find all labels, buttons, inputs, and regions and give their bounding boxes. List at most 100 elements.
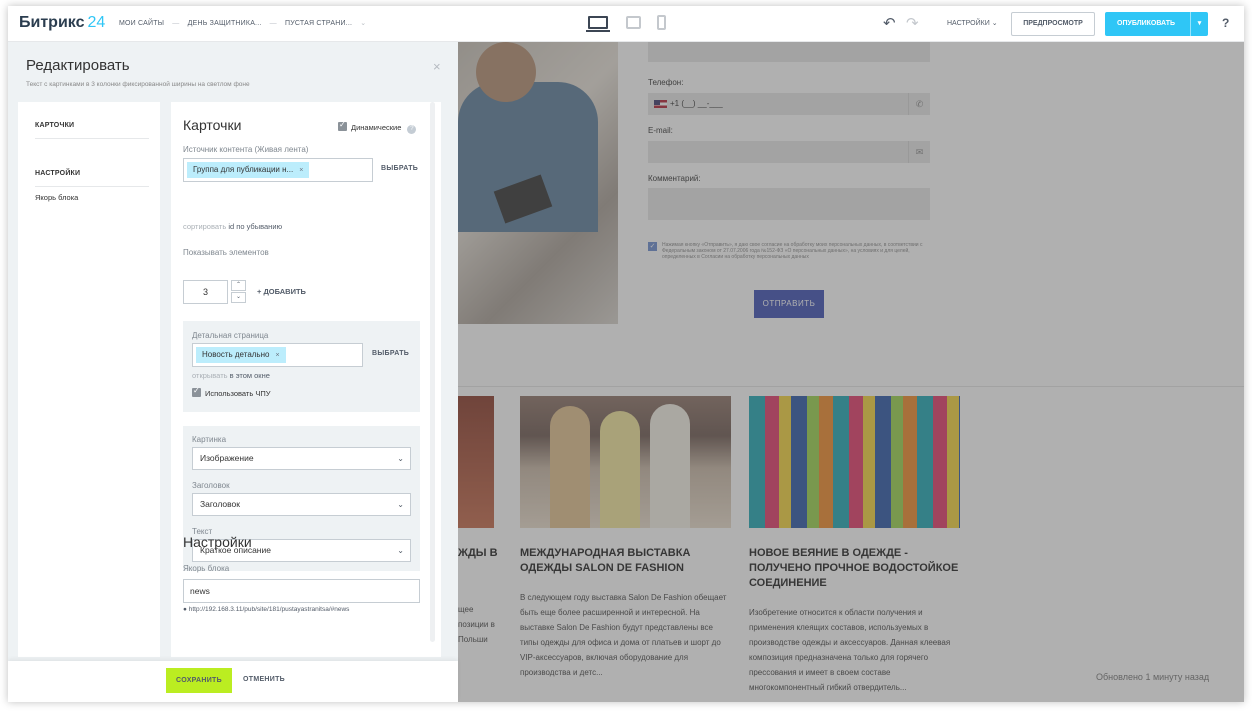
- page-preview: Телефон: +1 (__) __-___ ✆ E-mail: ✉ Комм…: [458, 42, 1244, 702]
- consent: ✓ Нажимая кнопку «Отправить», я даю свое…: [648, 242, 923, 260]
- email-label: E-mail:: [648, 126, 673, 135]
- settings-menu[interactable]: НАСТРОЙКИ ⌄: [947, 19, 998, 27]
- publish-button[interactable]: ОПУБЛИКОВАТЬ ▾: [1105, 12, 1208, 36]
- send-button[interactable]: ОТПРАВИТЬ: [754, 290, 824, 318]
- section-title-settings: Настройки: [183, 534, 252, 550]
- card-title-partial: ЖДЫ В: [458, 547, 498, 559]
- panel-footer: СОХРАНИТЬ ОТМЕНИТЬ: [8, 661, 458, 702]
- sidebar-item-anchor[interactable]: Якорь блока: [35, 193, 78, 202]
- chevron-down-icon: ⌄: [397, 546, 404, 555]
- news-card[interactable]: МЕЖДУНАРОДНАЯ ВЫСТАВКА ОДЕЖДЫ SALON DE F…: [520, 396, 731, 680]
- panel-title: Редактировать: [26, 57, 130, 74]
- dynamic-toggle[interactable]: Динамические?: [338, 120, 417, 134]
- stepper-down-icon[interactable]: ⌄: [231, 292, 246, 303]
- section-title-cards: Карточки: [183, 117, 242, 133]
- flag-us-icon[interactable]: [654, 100, 667, 108]
- chpu-toggle[interactable]: Использовать ЧПУ: [192, 386, 271, 398]
- remove-icon[interactable]: ×: [275, 352, 279, 359]
- comment-field[interactable]: [648, 188, 930, 220]
- detail-page-box: Детальная страница Новость детально × ВЫБ…: [183, 321, 420, 412]
- divider: [35, 186, 149, 187]
- crumb-page[interactable]: ПУСТАЯ СТРАНИ...: [285, 20, 352, 27]
- source-label: Источник контента (Живая лента): [183, 145, 309, 154]
- stepper-up-icon[interactable]: ⌃: [231, 280, 246, 291]
- undo-icon[interactable]: ↶: [883, 14, 896, 32]
- updated-status: Обновлено 1 минуту назад: [1096, 672, 1210, 682]
- breadcrumb: МОИ САЙТЫ — ДЕНЬ ЗАЩИТНИКА... — ПУСТАЯ С…: [119, 19, 372, 27]
- form-field-top[interactable]: [648, 42, 930, 62]
- detail-tag[interactable]: Новость детально ×: [196, 347, 286, 363]
- hero-photo: [458, 42, 618, 324]
- anchor-url: ● http://192.168.3.11/pub/site/181/pusta…: [183, 606, 350, 613]
- card-image-partial: [458, 396, 494, 528]
- card-title[interactable]: МЕЖДУНАРОДНАЯ ВЫСТАВКА ОДЕЖДЫ SALON DE F…: [520, 546, 731, 576]
- help-icon[interactable]: ?: [407, 125, 417, 134]
- card-image: [749, 396, 960, 528]
- card-image: [520, 396, 731, 528]
- close-icon[interactable]: ×: [433, 59, 441, 74]
- top-bar: Битрикс 24 МОИ САЙТЫ — ДЕНЬ ЗАЩИТНИКА... …: [8, 6, 1244, 42]
- chevron-down-icon: ⌄: [397, 500, 404, 509]
- open-mode: открывать в этом окне: [192, 371, 270, 380]
- app-window: Битрикс 24 МОИ САЙТЫ — ДЕНЬ ЗАЩИТНИКА... …: [8, 6, 1244, 702]
- detail-label: Детальная страница: [192, 331, 269, 340]
- open-mode-value[interactable]: в этом окне: [230, 371, 270, 380]
- tablet-icon[interactable]: [626, 16, 641, 29]
- sidebar-item-settings[interactable]: НАСТРОЙКИ: [35, 170, 80, 177]
- card-text: Изобретение относится к области получени…: [749, 608, 951, 692]
- source-tag[interactable]: Группа для публикации н... ×: [187, 162, 310, 178]
- phone-label: Телефон:: [648, 78, 684, 87]
- comment-label: Комментарий:: [648, 174, 701, 183]
- info-icon: ●: [183, 606, 187, 613]
- card-title[interactable]: НОВОЕ ВЕЯНИЕ В ОДЕЖДЕ - ПОЛУЧЕНО ПРОЧНОЕ…: [749, 546, 960, 591]
- anchor-label: Якорь блока: [183, 564, 230, 573]
- detail-input[interactable]: Новость детально ×: [192, 343, 363, 367]
- divider: [458, 386, 1244, 387]
- picture-label: Картинка: [192, 435, 227, 444]
- count-input[interactable]: 3: [183, 280, 228, 304]
- save-button[interactable]: СОХРАНИТЬ: [166, 668, 232, 693]
- panel-subtitle: Текст с картинками в 3 колонки фиксирова…: [26, 81, 250, 88]
- envelope-icon: ✉: [908, 141, 930, 163]
- sort-field[interactable]: id: [228, 222, 234, 231]
- anchor-input[interactable]: news: [183, 579, 420, 603]
- cancel-button[interactable]: ОТМЕНИТЬ: [243, 676, 285, 683]
- card-text: В следующем году выставка Salon De Fashi…: [520, 593, 727, 677]
- chevron-down-icon[interactable]: ⌄: [360, 20, 366, 27]
- picture-select[interactable]: Изображение ⌄: [192, 447, 411, 470]
- checkbox-icon[interactable]: [338, 120, 347, 131]
- select-source-button[interactable]: ВЫБРАТЬ: [381, 165, 418, 172]
- help-button[interactable]: ?: [1222, 16, 1229, 30]
- scrollbar[interactable]: [430, 102, 435, 642]
- checkbox-icon[interactable]: [192, 386, 201, 397]
- phone-icon[interactable]: [657, 15, 666, 30]
- divider: [35, 138, 149, 139]
- show-label: Показывать элементов: [183, 248, 269, 257]
- consent-checkbox[interactable]: ✓: [648, 242, 657, 251]
- panel-sidebar: КАРТОЧКИ НАСТРОЙКИ Якорь блока: [18, 102, 160, 657]
- heading-label: Заголовок: [192, 481, 230, 490]
- logo[interactable]: Битрикс 24: [19, 14, 105, 32]
- chevron-down-icon[interactable]: ▾: [1190, 12, 1208, 36]
- crumb-separator: —: [269, 20, 277, 27]
- phone-icon: ✆: [908, 93, 930, 115]
- crumb-site[interactable]: ДЕНЬ ЗАЩИТНИКА...: [188, 20, 262, 27]
- sidebar-item-cards[interactable]: КАРТОЧКИ: [35, 122, 74, 129]
- source-input[interactable]: Группа для публикации н... ×: [183, 158, 373, 182]
- crumb-my-sites[interactable]: МОИ САЙТЫ: [119, 20, 164, 27]
- heading-select[interactable]: Заголовок ⌄: [192, 493, 411, 516]
- desktop-icon[interactable]: [586, 16, 610, 32]
- crumb-separator: —: [172, 20, 180, 27]
- email-field[interactable]: ✉: [648, 141, 930, 163]
- remove-icon[interactable]: ×: [299, 167, 303, 174]
- edit-panel: Редактировать Текст с картинками в 3 кол…: [8, 42, 458, 702]
- preview-button[interactable]: ПРЕДПРОСМОТР: [1011, 12, 1095, 36]
- panel-form: Карточки Динамические? Источник контента…: [171, 102, 441, 657]
- add-button[interactable]: + ДОБАВИТЬ: [257, 287, 306, 296]
- phone-field[interactable]: +1 (__) __-___ ✆: [648, 93, 930, 115]
- chevron-down-icon: ⌄: [397, 454, 404, 463]
- select-detail-button[interactable]: ВЫБРАТЬ: [372, 350, 409, 357]
- news-card[interactable]: НОВОЕ ВЕЯНИЕ В ОДЕЖДЕ - ПОЛУЧЕНО ПРОЧНОЕ…: [749, 396, 960, 695]
- sort-order[interactable]: по убыванию: [236, 222, 282, 231]
- redo-icon[interactable]: ↷: [906, 14, 919, 32]
